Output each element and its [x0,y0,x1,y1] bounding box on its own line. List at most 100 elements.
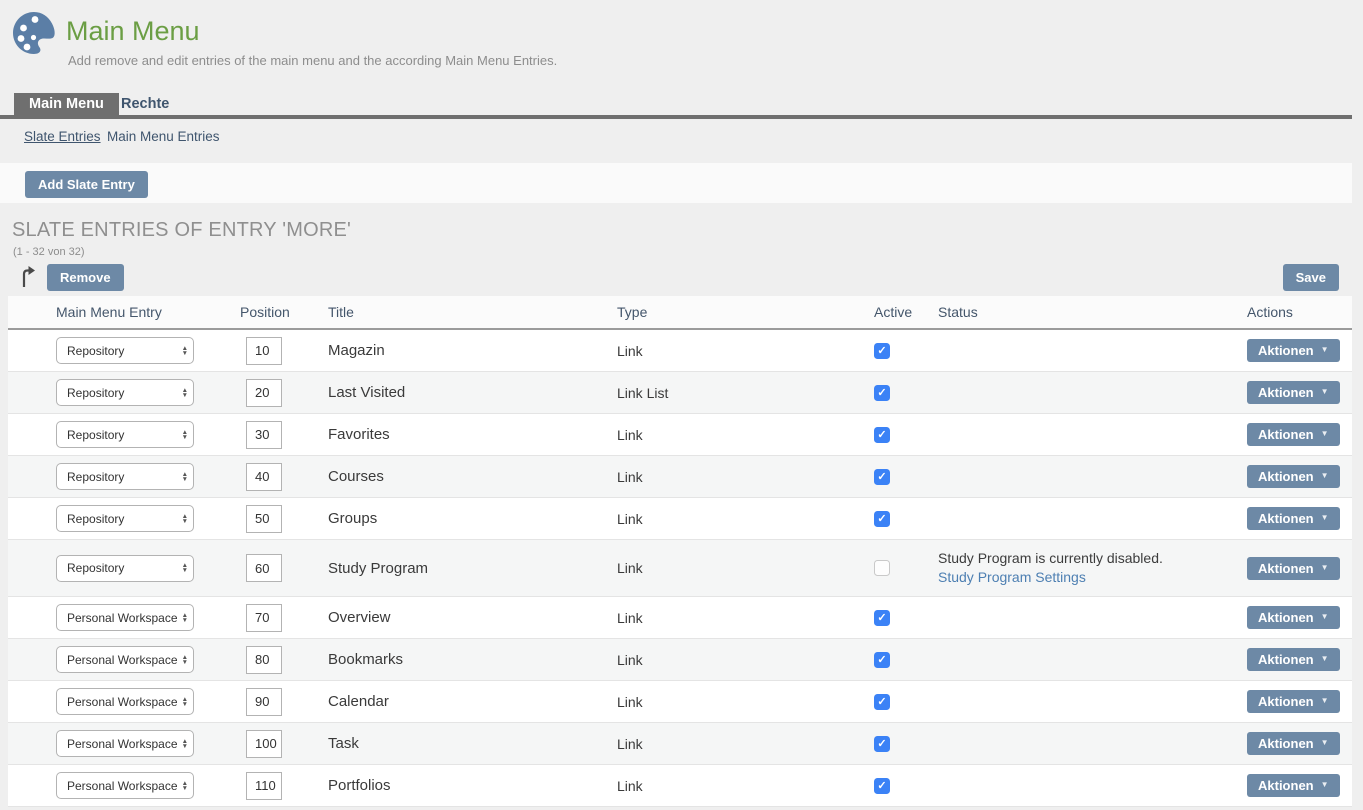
position-input[interactable] [246,554,282,582]
subtab-main-menu-entries[interactable]: Main Menu Entries [107,129,220,144]
select-stepper-icon: ▲▼ [182,781,188,791]
table-row: Personal Workspace▲▼ Bookmarks Link ✓ Aktion… [8,639,1352,681]
row-type: Link [617,610,643,626]
main-menu-entry-select[interactable]: Repository▲▼ [56,463,194,490]
position-input[interactable] [246,379,282,407]
caret-down-icon: ▼ [1321,612,1329,621]
active-checkbox[interactable]: ✓ [874,610,890,626]
caret-down-icon: ▼ [1321,471,1329,480]
table-row: Personal Workspace▲▼OverviewLink✓Aktione… [8,597,1352,639]
main-menu-entry-select[interactable]: Repository▲▼ [56,505,194,532]
main-menu-entry-select[interactable]: Repository▲▼ [56,379,194,406]
select-stepper-icon: ▲▼ [182,346,188,356]
select-stepper-icon: ▲▼ [182,514,188,524]
active-checkbox[interactable]: ✓ [874,511,890,527]
save-button[interactable]: Save [1283,264,1339,291]
row-actions-button[interactable]: Aktionen▼ [1247,690,1340,713]
main-menu-entry-select[interactable]: Personal Workspace ▲▼ [56,772,194,799]
header-actions: Actions [1244,304,1352,320]
caret-down-icon: ▼ [1321,345,1329,354]
slate-entries-table: Main Menu Entry Position Title Type Acti… [8,296,1352,807]
row-type: Link [617,652,643,668]
active-checkbox[interactable]: ✓ [874,385,890,401]
active-checkbox[interactable]: ✓ [874,343,890,359]
status-text: Study Program is currently disabled. [938,549,1241,568]
position-input[interactable] [246,421,282,449]
active-checkbox[interactable]: ✓ [874,778,890,794]
row-actions-button[interactable]: Aktionen▼ [1247,465,1340,488]
table-body: Repository ▲▼ Magazin Link ✓ Aktionen▼ Reposit… [8,330,1352,807]
select-stepper-icon: ▲▼ [182,430,188,440]
active-checkbox[interactable] [874,560,890,576]
select-value: Personal Workspace [67,779,178,793]
section-title: SLATE ENTRIES OF ENTRY 'MORE' [12,219,351,242]
position-input[interactable] [246,463,282,491]
caret-down-icon: ▼ [1321,738,1329,747]
table-row: Repository▲▼Study ProgramLinkStudy Progr… [8,540,1352,597]
row-actions-button[interactable]: Aktionen▼ [1247,557,1340,580]
select-value: Personal Workspace [67,611,178,625]
select-value: Repository [67,561,124,575]
position-input[interactable] [246,730,282,758]
row-actions-button[interactable]: Aktionen▼ [1247,423,1340,446]
row-type: Link [617,736,643,752]
main-menu-entry-select[interactable]: Repository ▲▼ [56,555,194,582]
row-actions-button[interactable]: Aktionen▼ [1247,606,1340,629]
row-type: Link [617,694,643,710]
add-slate-entry-button[interactable]: Add Slate Entry [25,171,148,198]
main-menu-entry-select[interactable]: Personal Workspace▲▼ [56,730,194,757]
row-title: Study Program [328,560,428,577]
select-stepper-icon: ▲▼ [182,563,188,573]
subtab-slate-entries[interactable]: Slate Entries [24,129,101,144]
row-actions-button[interactable]: Aktionen▼ [1247,507,1340,530]
row-actions-button[interactable]: Aktionen▼ [1247,648,1340,671]
page-subtitle: Add remove and edit entries of the main … [68,53,557,68]
main-menu-entry-select[interactable]: Personal Workspace▲▼ [56,688,194,715]
row-actions-button[interactable]: Aktionen▼ [1247,732,1340,755]
active-checkbox[interactable]: ✓ [874,736,890,752]
row-actions-button[interactable]: Aktionen▼ [1247,339,1340,362]
active-checkbox[interactable]: ✓ [874,469,890,485]
row-actions-button[interactable]: Aktionen▼ [1247,774,1340,797]
position-input[interactable] [246,505,282,533]
palette-icon [10,9,58,57]
caret-down-icon: ▼ [1321,563,1329,572]
row-title: Last Visited [328,384,405,401]
tab-main-menu[interactable]: Main Menu [14,93,119,115]
header-type: Type [614,304,871,320]
header-main-menu-entry: Main Menu Entry [53,304,237,320]
row-type: Link [617,511,643,527]
row-title: Magazin [328,342,385,359]
main-menu-entry-select[interactable]: Personal Workspace▲▼ [56,646,194,673]
select-value: Repository [67,470,124,484]
caret-down-icon: ▼ [1321,513,1329,522]
caret-down-icon: ▼ [1321,387,1329,396]
tab-rechte[interactable]: Rechte [119,93,171,115]
table-row: Repository▲▼GroupsLink✓Aktionen▼ [8,498,1352,540]
active-checkbox[interactable]: ✓ [874,694,890,710]
select-stepper-icon: ▲▼ [182,697,188,707]
main-menu-entry-select[interactable]: Personal Workspace▲▼ [56,604,194,631]
select-value: Personal Workspace [67,737,178,751]
main-menu-entry-select[interactable]: Repository▲▼ [56,337,194,364]
position-input[interactable] [246,604,282,632]
status-link[interactable]: Study Program Settings [938,568,1086,587]
select-value: Personal Workspace [67,653,178,667]
caret-down-icon: ▼ [1321,654,1329,663]
position-input[interactable] [246,772,282,800]
position-input[interactable] [246,688,282,716]
position-input[interactable] [246,646,282,674]
table-row: Personal Workspace▲▼PortfoliosLink✓Aktio… [8,765,1352,807]
active-checkbox[interactable]: ✓ [874,652,890,668]
select-value: Repository [67,428,124,442]
active-checkbox[interactable]: ✓ [874,427,890,443]
row-title: Courses [328,468,384,485]
position-input[interactable] [246,337,282,365]
row-type: Link [617,778,643,794]
row-title: Bookmarks [328,651,403,668]
row-actions-button[interactable]: Aktionen▼ [1247,381,1340,404]
remove-button[interactable]: Remove [47,264,124,291]
main-menu-entry-select[interactable]: Repository ▲▼ [56,421,194,448]
table-row: Repository▲▼FavoritesLink✓Aktionen▼ [8,414,1352,456]
table-row: Personal Workspace▲▼TaskLink✓Aktionen▼ [8,723,1352,765]
